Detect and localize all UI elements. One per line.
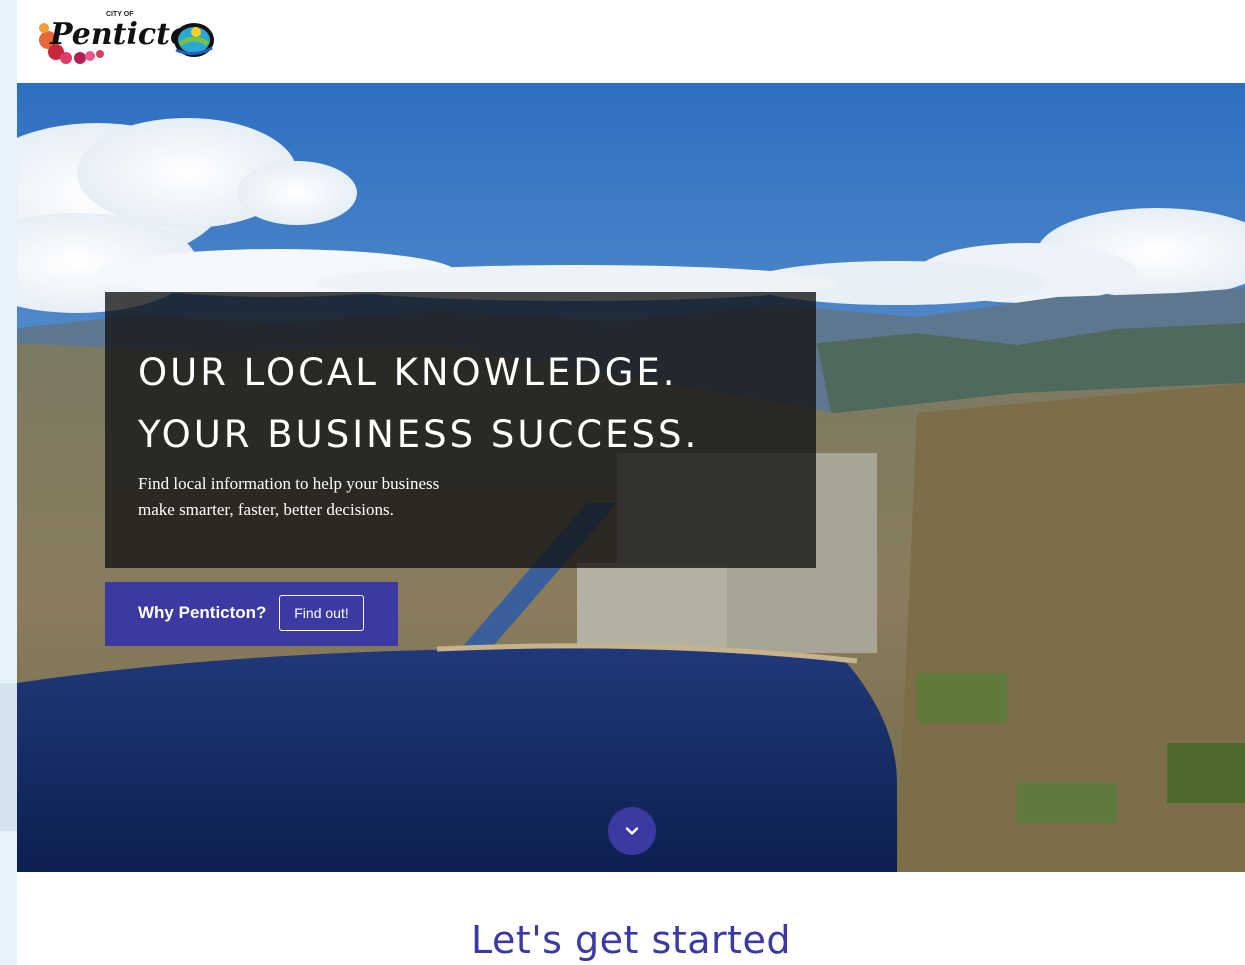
hero-banner: OUR LOCAL KNOWLEDGE. YOUR BUSINESS SUCCE…: [17, 83, 1245, 872]
section-title: Let's get started: [470, 918, 792, 962]
hero-subtext-line2: make smarter, faster, better decisions.: [138, 500, 394, 519]
city-logo[interactable]: Penticton CITY OF: [34, 6, 216, 66]
city-logo-icon: Penticton CITY OF: [39, 11, 214, 64]
hero-headline-line1: OUR LOCAL KNOWLEDGE.: [138, 351, 678, 394]
left-edge-tab[interactable]: [0, 683, 17, 831]
hero-subtext: Find local information to help your busi…: [138, 471, 518, 523]
chevron-down-icon: [625, 827, 639, 835]
find-out-button[interactable]: Find out!: [279, 595, 364, 631]
why-penticton-bar: Why Penticton? Find out!: [105, 582, 398, 646]
scroll-down-button[interactable]: [608, 807, 656, 855]
hero-subtext-line1: Find local information to help your busi…: [138, 474, 440, 493]
hero-headline: OUR LOCAL KNOWLEDGE. YOUR BUSINESS SUCCE…: [138, 342, 699, 466]
hero-headline-line2: YOUR BUSINESS SUCCESS.: [138, 413, 700, 456]
hero-text-overlay: OUR LOCAL KNOWLEDGE. YOUR BUSINESS SUCCE…: [105, 292, 816, 568]
why-penticton-label: Why Penticton?: [138, 603, 267, 622]
page: Penticton CITY OF OUR LOCAL KNOWLEDGE. Y…: [0, 0, 1245, 965]
svg-text:CITY OF: CITY OF: [106, 11, 134, 18]
site-header: Penticton CITY OF: [17, 0, 1245, 83]
